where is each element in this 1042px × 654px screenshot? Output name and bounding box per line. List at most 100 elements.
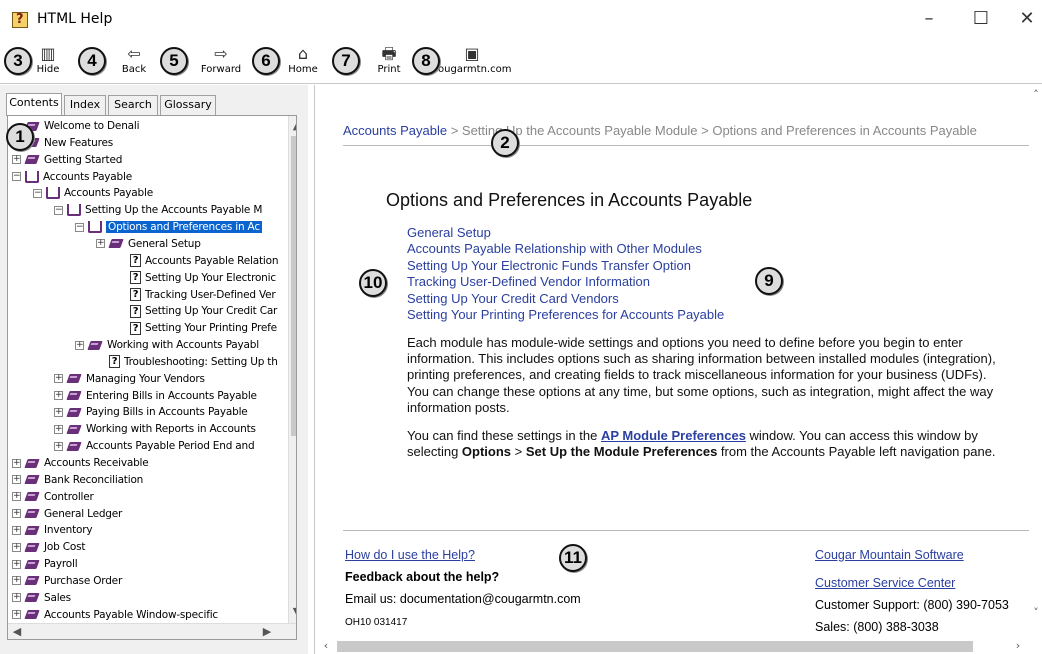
tree-item[interactable]: ? Setting Up Your Credit Car <box>117 303 277 320</box>
tree-item[interactable]: + Payroll <box>12 556 78 573</box>
expand-icon[interactable]: + <box>12 475 21 485</box>
tree-item[interactable]: − Setting Up the Accounts Payable M <box>54 202 262 219</box>
expand-icon[interactable]: + <box>75 340 84 350</box>
topic-horizontal-scrollbar[interactable]: ‹ › <box>315 639 1042 654</box>
back-button[interactable]: ⇦ Back <box>116 44 152 82</box>
home-button[interactable]: ⌂ Home <box>286 44 320 82</box>
cougar-mountain-link[interactable]: Cougar Mountain Software <box>815 547 1009 563</box>
scroll-right-icon[interactable]: ▶ <box>260 624 274 639</box>
expand-icon[interactable]: + <box>54 441 63 451</box>
scroll-right-icon[interactable]: › <box>1011 638 1025 654</box>
tree-item[interactable]: + Entering Bills in Accounts Payable <box>54 388 257 405</box>
tree-item[interactable]: + Getting Started <box>12 152 122 169</box>
how-to-use-help-link[interactable]: How do I use the Help? <box>345 547 581 563</box>
tree-item[interactable]: ? Setting Your Printing Prefe <box>117 320 277 337</box>
close-button[interactable]: ✕ <box>1012 5 1042 33</box>
expand-icon[interactable]: + <box>54 424 63 434</box>
tree-item[interactable]: − Accounts Payable <box>12 169 132 186</box>
hide-button[interactable]: ▥ Hide <box>34 44 62 82</box>
minimize-button[interactable]: – <box>914 5 944 33</box>
tree-item[interactable]: + Accounts Payable Period End and <box>54 438 255 455</box>
tree-item[interactable]: + General Setup <box>96 236 201 253</box>
topic-link[interactable]: Setting Up Your Electronic Funds Transfe… <box>407 258 724 274</box>
tree-item[interactable]: + Sales <box>12 590 71 607</box>
expand-icon[interactable]: + <box>54 374 63 384</box>
collapse-icon[interactable]: − <box>33 188 42 198</box>
tree-item[interactable]: ? Tracking User-Defined Ver <box>117 287 276 304</box>
expand-icon[interactable]: + <box>12 458 21 468</box>
tree-item[interactable]: + Inventory <box>12 522 93 539</box>
forward-button[interactable]: ⇨ Forward <box>198 44 244 82</box>
tree-item[interactable]: + Working with Accounts Payabl <box>75 337 259 354</box>
support-phone: Customer Support: (800) 390-7053 <box>815 598 1009 612</box>
help-topic-icon: ? <box>130 321 141 335</box>
maximize-button[interactable]: ☐ <box>966 5 996 33</box>
scroll-left-icon[interactable]: ◀ <box>10 624 24 639</box>
tab-search[interactable]: Search <box>108 95 158 115</box>
tree-item-label: Controller <box>44 490 94 503</box>
scroll-down-icon[interactable]: ˅ <box>1029 605 1042 621</box>
topic-link[interactable]: Setting Up Your Credit Card Vendors <box>407 291 724 307</box>
tree-item-label: Options and Preferences in Ac <box>106 221 262 234</box>
tree-item-label: Accounts Payable Relation <box>145 254 279 267</box>
scroll-down-icon[interactable]: ▼ <box>290 604 296 620</box>
tree-item[interactable]: + Working with Reports in Accounts <box>54 421 256 438</box>
ap-module-preferences-link[interactable]: AP Module Preferences <box>601 428 746 443</box>
print-button[interactable]: 🖶 Print <box>374 44 404 82</box>
breadcrumb-accounts-payable[interactable]: Accounts Payable <box>343 123 447 138</box>
tab-contents[interactable]: Contents <box>6 93 62 116</box>
collapse-icon[interactable]: − <box>54 205 63 215</box>
tree-item[interactable]: + Managing Your Vendors <box>54 371 205 388</box>
expand-icon[interactable]: + <box>96 239 105 249</box>
topic-link[interactable]: Tracking User-Defined Vendor Information <box>407 274 724 290</box>
expand-icon[interactable]: + <box>54 391 63 401</box>
tree-vertical-scrollbar[interactable]: ▲ ▼ <box>288 116 296 623</box>
tree-item[interactable]: + Controller <box>12 489 94 506</box>
scroll-left-icon[interactable]: ‹ <box>319 638 333 654</box>
topic-link[interactable]: General Setup <box>407 225 724 241</box>
expand-icon[interactable]: + <box>12 593 21 603</box>
website-button[interactable]: ▣ cougarmtn.com <box>432 44 512 82</box>
expand-icon[interactable]: + <box>12 509 21 519</box>
expand-icon[interactable]: + <box>12 610 21 620</box>
tree-item[interactable]: + General Ledger <box>12 506 122 523</box>
expand-icon[interactable]: + <box>54 407 63 417</box>
tree-item[interactable]: + Bank Reconciliation <box>12 472 143 489</box>
expand-icon[interactable]: + <box>12 559 21 569</box>
tab-glossary[interactable]: Glossary <box>160 95 216 115</box>
scroll-up-icon[interactable]: ˄ <box>1029 87 1042 103</box>
contents-tree[interactable]: Welcome to Denali New Features + Getting St… <box>7 115 297 640</box>
closed-book-icon <box>67 390 82 401</box>
tab-index[interactable]: Index <box>64 95 106 115</box>
expand-icon[interactable]: + <box>12 155 21 165</box>
collapse-icon[interactable]: − <box>75 222 84 232</box>
topic-link[interactable]: Accounts Payable Relationship with Other… <box>407 241 724 257</box>
tree-item[interactable]: + Accounts Payable Window-specific <box>12 607 218 624</box>
tree-item[interactable]: + Job Cost <box>12 539 85 556</box>
topic-link[interactable]: Setting Your Printing Preferences for Ac… <box>407 307 724 323</box>
tree-item[interactable]: ? Troubleshooting: Setting Up th <box>96 354 278 371</box>
scroll-up-icon[interactable]: ▲ <box>290 118 296 134</box>
expand-icon[interactable]: + <box>12 542 21 552</box>
collapse-icon[interactable]: − <box>12 172 21 182</box>
tree-item[interactable]: + Accounts Receivable <box>12 455 149 472</box>
topic-scroll-thumb[interactable] <box>337 641 973 652</box>
tree-item[interactable]: + Purchase Order <box>12 573 122 590</box>
tree-item[interactable]: − Options and Preferences in Ac <box>75 219 262 236</box>
footer-right: Cougar Mountain Software Customer Servic… <box>815 547 1009 635</box>
tree-item[interactable]: ? Accounts Payable Relation <box>117 253 278 270</box>
expand-icon[interactable]: + <box>12 525 21 535</box>
topic-vertical-scrollbar[interactable]: ˄ ˅ <box>1029 85 1042 639</box>
forward-arrow-icon: ⇨ <box>214 44 228 63</box>
customer-service-link[interactable]: Customer Service Center <box>815 575 1009 591</box>
tree-item[interactable]: ? Setting Up Your Electronic <box>117 270 276 287</box>
divider <box>343 145 1033 146</box>
tree-item[interactable]: − Accounts Payable <box>33 185 153 202</box>
expand-icon[interactable]: + <box>12 576 21 586</box>
tree-scroll-thumb[interactable] <box>291 136 296 436</box>
tree-item-label: Setting Up Your Credit Car <box>145 305 278 318</box>
tree-item[interactable]: + Paying Bills in Accounts Payable <box>54 404 248 421</box>
tree-horizontal-scrollbar[interactable]: ◀ ▶ <box>8 623 296 639</box>
expand-icon[interactable]: + <box>12 492 21 502</box>
